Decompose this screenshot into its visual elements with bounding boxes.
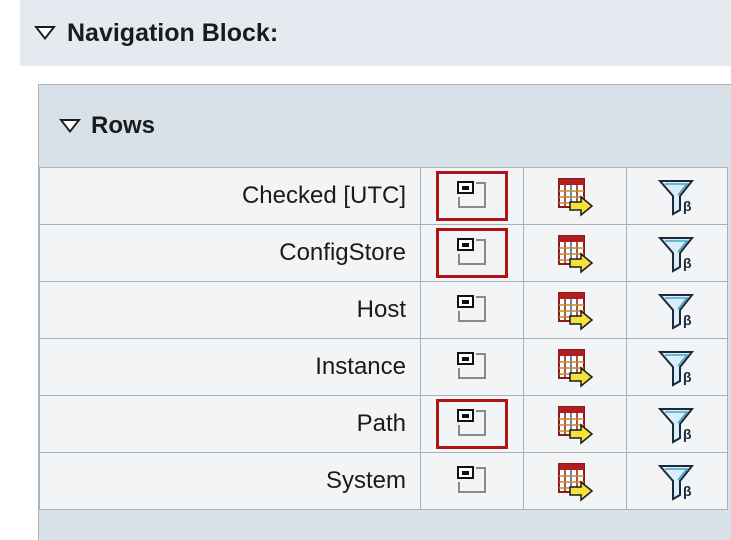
filter-icon[interactable]: β [641,285,713,335]
layout-icon[interactable] [436,342,508,392]
rows-section-title: Rows [91,112,156,139]
svg-text:β: β [683,369,692,385]
svg-text:β: β [683,255,692,271]
table-row: ConfigStore β [39,224,728,282]
row-characteristic-label: Checked [UTC] [39,167,421,225]
filter-icon[interactable]: β [641,342,713,392]
layout-icon[interactable] [436,456,508,506]
rows-section-header[interactable]: Rows [39,85,731,167]
layout-icon[interactable] [436,228,508,278]
navigation-block-panel: Rows Checked [UTC] β ConfigStore β Host … [20,66,731,540]
row-characteristic-label: Path [39,395,421,453]
filter-icon[interactable]: β [641,456,713,506]
table-swap-icon[interactable] [539,342,611,392]
navigation-block-title: Navigation Block: [67,18,279,47]
table-swap-icon[interactable] [539,399,611,449]
table-row: Path β [39,395,728,453]
svg-text:β: β [683,312,692,328]
table-row: System β [39,452,728,510]
table-swap-icon[interactable] [539,171,611,221]
svg-text:β: β [683,483,692,499]
table-row: Host β [39,281,728,339]
table-swap-icon[interactable] [539,456,611,506]
table-row: Instance β [39,338,728,396]
filter-icon[interactable]: β [641,171,713,221]
row-characteristic-label: Instance [39,338,421,396]
rows-table: Checked [UTC] β ConfigStore β Host β Ins… [39,167,728,510]
collapse-triangle-icon[interactable] [34,26,56,40]
svg-text:β: β [683,426,692,442]
layout-icon[interactable] [436,171,508,221]
layout-icon[interactable] [436,399,508,449]
row-characteristic-label: Host [39,281,421,339]
navigation-block-header[interactable]: Navigation Block: [20,0,731,66]
svg-text:β: β [683,198,692,214]
layout-icon[interactable] [436,285,508,335]
table-row: Checked [UTC] β [39,167,728,225]
table-swap-icon[interactable] [539,228,611,278]
rows-section: Rows Checked [UTC] β ConfigStore β Host … [38,84,731,540]
row-characteristic-label: System [39,452,421,510]
table-swap-icon[interactable] [539,285,611,335]
row-characteristic-label: ConfigStore [39,224,421,282]
navigation-block: Navigation Block: Rows Checked [UTC] β C… [20,0,731,540]
collapse-triangle-icon[interactable] [59,119,81,133]
filter-icon[interactable]: β [641,399,713,449]
filter-icon[interactable]: β [641,228,713,278]
